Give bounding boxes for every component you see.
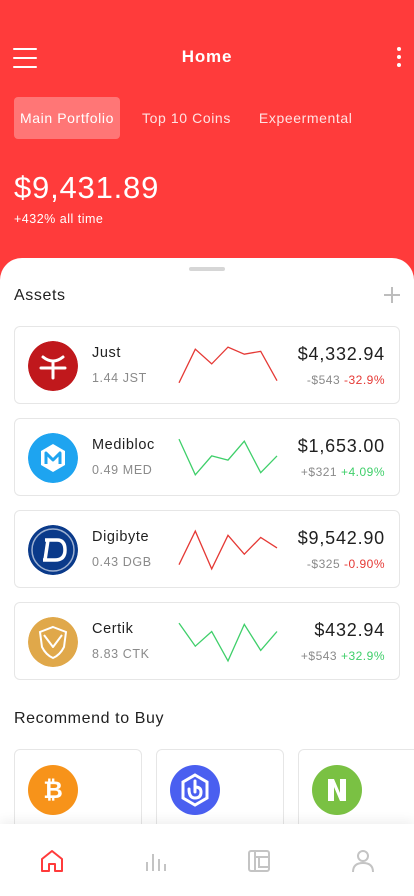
asset-delta-amount: -$543 [306,373,341,387]
header: Home Main Portfolio Top 10 Coins Expeerm… [0,0,414,290]
asset-value: $432.94 [314,620,385,640]
svg-text:₿: ₿ [43,776,63,804]
portfolio-change: +432% all time [14,212,104,226]
assets-heading: Assets [14,287,66,304]
asset-delta-percent: -0.90% [343,557,385,571]
asset-sparkline [178,622,278,663]
asset-delta: +$543 +32.9% [301,649,385,663]
profile-icon[interactable] [350,848,376,874]
digibyte-logo-icon [28,525,78,575]
asset-sparkline [178,346,278,384]
asset-delta-amount: +$543 [300,649,338,663]
asset-holding: 8.83 CTK [92,647,150,661]
asset-holding: 0.49 MED [92,463,153,477]
asset-delta-amount: -$325 [306,557,341,571]
asset-value: $9,542.90 [297,528,385,548]
asset-delta: -$543 -32.9% [307,373,385,387]
certik-logo-icon [28,617,78,667]
asset-delta-percent: +4.09% [340,465,385,479]
asset-value: $4,332.94 [297,344,385,364]
asset-card-certik[interactable]: Certik 8.83 CTK $432.94 +$543 +32.9% [14,602,400,680]
portfolio-tabs: Main Portfolio Top 10 Coins Expeermental [14,97,414,139]
nuls-logo-icon [312,765,362,815]
portfolio-balance: $9,431.89 [14,170,160,205]
asset-delta: -$325 -0.90% [307,557,385,571]
tab-main-portfolio[interactable]: Main Portfolio [14,97,120,139]
tab-experimental[interactable]: Expeermental [253,97,359,139]
medibloc-logo-icon [28,433,78,483]
asset-sparkline [178,438,278,476]
asset-holding: 0.43 DGB [92,555,152,569]
wallet-icon[interactable] [246,848,272,874]
asset-delta-percent: -32.9% [343,373,385,387]
page-title: Home [181,47,233,66]
asset-name: Just [92,345,121,361]
bounce-logo-icon [170,765,220,815]
asset-name: Digibyte [92,529,150,545]
asset-card-medibloc[interactable]: Medibloc 0.49 MED $1,653.00 +$321 +4.09% [14,418,400,496]
more-options-icon[interactable] [397,47,401,67]
asset-delta-percent: +32.9% [340,649,385,663]
asset-delta-amount: +$321 [300,465,338,479]
asset-holding: 1.44 JST [92,371,147,385]
home-icon[interactable] [39,848,65,874]
asset-card-just[interactable]: Just 1.44 JST $4,332.94 -$543 -32.9% [14,326,400,404]
asset-card-digibyte[interactable]: Digibyte 0.43 DGB $9,542.90 -$325 -0.90% [14,510,400,588]
tab-top-10-coins[interactable]: Top 10 Coins [136,97,237,139]
add-asset-icon[interactable] [384,287,400,303]
asset-delta: +$321 +4.09% [301,465,385,479]
asset-sparkline [178,529,278,571]
drag-handle[interactable] [189,267,225,271]
recommend-heading: Recommend to Buy [14,710,165,727]
bitcoin-logo-icon: ₿ [28,765,78,815]
asset-value: $1,653.00 [297,436,385,456]
bar-chart-icon[interactable] [143,848,169,874]
asset-name: Medibloc [92,437,155,453]
bottom-navigation [0,824,414,896]
just-logo-icon [28,341,78,391]
asset-name: Certik [92,621,134,637]
